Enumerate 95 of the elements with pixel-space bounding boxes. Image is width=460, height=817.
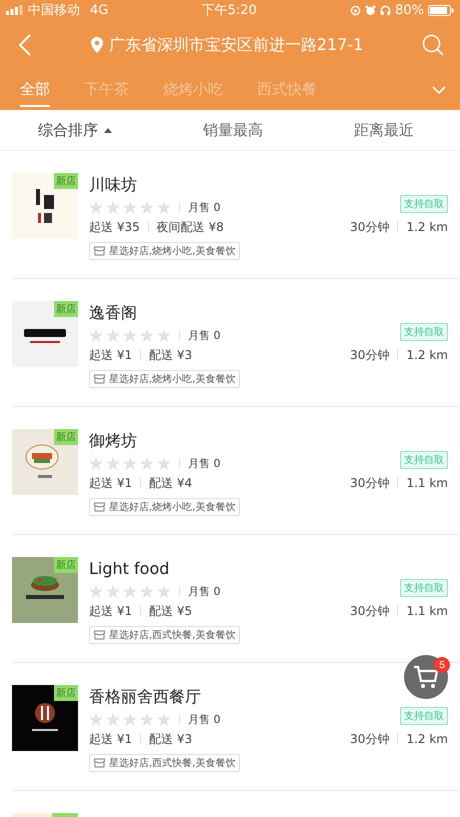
pickup-badge: 支持自取: [400, 579, 448, 597]
star-icon: [89, 456, 103, 470]
cart-count-badge: 5: [434, 657, 450, 673]
pickup-badge: 支持自取: [400, 707, 448, 725]
sort-option[interactable]: 销量最高: [203, 116, 263, 144]
minimum-order: 起送 ¥1: [89, 346, 132, 364]
new-store-badge: 新店: [54, 685, 78, 701]
delivery-time: 30分钟: [350, 218, 390, 236]
distance: 1.2 km: [406, 732, 448, 746]
tag-text: 星选好店,西式快餐,美食餐饮: [109, 628, 236, 642]
signal-icon: [6, 5, 24, 15]
star-icon: [123, 712, 137, 726]
alarm-icon: [365, 4, 376, 16]
star-icon: [157, 200, 171, 214]
star-icon: [106, 200, 120, 214]
lock-rotation-icon: [350, 4, 362, 16]
store-name[interactable]: 御烤坊: [89, 431, 350, 453]
headphones-icon: [380, 4, 392, 16]
delivery-fee: 配送 ¥3: [149, 346, 192, 364]
delivery-fee: 配送 ¥3: [149, 730, 192, 748]
new-store-badge: 新店: [54, 301, 78, 317]
star-icon: [123, 584, 137, 598]
shop-icon: [94, 758, 105, 768]
star-icon: [157, 456, 171, 470]
shop-icon: [94, 374, 105, 384]
monthly-sales: 月售 0: [188, 712, 220, 726]
delivery-time: 30分钟: [350, 602, 390, 620]
minimum-order: 起送 ¥35: [89, 218, 140, 236]
battery-text: 80%: [395, 2, 424, 18]
sort-up-icon: [104, 128, 112, 132]
delivery-fee: 配送 ¥5: [149, 602, 192, 620]
sort-option[interactable]: 距离最近: [354, 116, 414, 144]
distance: 1.1 km: [406, 604, 448, 618]
sort-option[interactable]: 综合排序: [38, 116, 112, 144]
star-icon: [106, 328, 120, 342]
store-name[interactable]: 逸香阁: [89, 303, 350, 325]
store-name[interactable]: 香格丽舍西餐厅: [89, 687, 350, 709]
star-icon: [89, 584, 103, 598]
star-icon: [106, 712, 120, 726]
new-store-badge: 新店: [54, 173, 78, 189]
network-text: 4G: [90, 2, 108, 18]
delivery-time: 30分钟: [350, 474, 390, 492]
star-icon: [140, 328, 154, 342]
distance: 1.2 km: [406, 220, 448, 234]
carrier-text: 中国移动: [28, 2, 80, 19]
minimum-order: 起送 ¥1: [89, 602, 132, 620]
delivery-time: 30分钟: [350, 730, 390, 748]
back-icon[interactable]: [18, 33, 32, 57]
star-icon: [140, 200, 154, 214]
monthly-sales: 月售 0: [188, 200, 220, 214]
shop-icon: [94, 246, 105, 256]
pickup-badge: 支持自取: [400, 195, 448, 213]
monthly-sales: 月售 0: [188, 328, 220, 342]
location-pin-icon: [90, 37, 103, 53]
tag-text: 星选好店,烧烤小吃,美食餐饮: [109, 500, 236, 514]
store-name[interactable]: 川味坊: [89, 175, 350, 197]
tag-text: 星选好店,烧烤小吃,美食餐饮: [109, 372, 236, 386]
shop-icon: [94, 502, 105, 512]
star-icon: [89, 328, 103, 342]
star-icon: [157, 712, 171, 726]
star-icon: [157, 584, 171, 598]
cart-icon: [413, 665, 439, 689]
star-icon: [123, 328, 137, 342]
tag-text: 星选好店,烧烤小吃,美食餐饮: [109, 244, 236, 258]
battery-icon: [428, 4, 454, 16]
star-icon: [140, 712, 154, 726]
new-store-badge: 新店: [54, 429, 78, 445]
chevron-down-icon[interactable]: [432, 86, 446, 94]
star-icon: [140, 584, 154, 598]
search-icon[interactable]: [422, 34, 444, 56]
star-icon: [123, 456, 137, 470]
star-icon: [89, 200, 103, 214]
star-icon: [140, 456, 154, 470]
cart-button[interactable]: 5: [404, 655, 448, 699]
store-name[interactable]: Light food: [89, 559, 350, 581]
delivery-fee: 配送 ¥4: [149, 474, 192, 492]
minimum-order: 起送 ¥1: [89, 474, 132, 492]
star-icon: [106, 584, 120, 598]
star-icon: [123, 200, 137, 214]
star-icon: [157, 328, 171, 342]
minimum-order: 起送 ¥1: [89, 730, 132, 748]
time-text: 下午5:20: [202, 2, 257, 19]
monthly-sales: 月售 0: [188, 584, 220, 598]
distance: 1.2 km: [406, 348, 448, 362]
monthly-sales: 月售 0: [188, 456, 220, 470]
star-icon: [89, 712, 103, 726]
delivery-fee: 夜间配送 ¥8: [156, 218, 224, 236]
pickup-badge: 支持自取: [400, 451, 448, 469]
distance: 1.1 km: [406, 476, 448, 490]
tag-text: 星选好店,西式快餐,美食餐饮: [109, 756, 236, 770]
shop-icon: [94, 630, 105, 640]
delivery-time: 30分钟: [350, 346, 390, 364]
star-icon: [106, 456, 120, 470]
pickup-badge: 支持自取: [400, 323, 448, 341]
new-store-badge: 新店: [54, 557, 78, 573]
